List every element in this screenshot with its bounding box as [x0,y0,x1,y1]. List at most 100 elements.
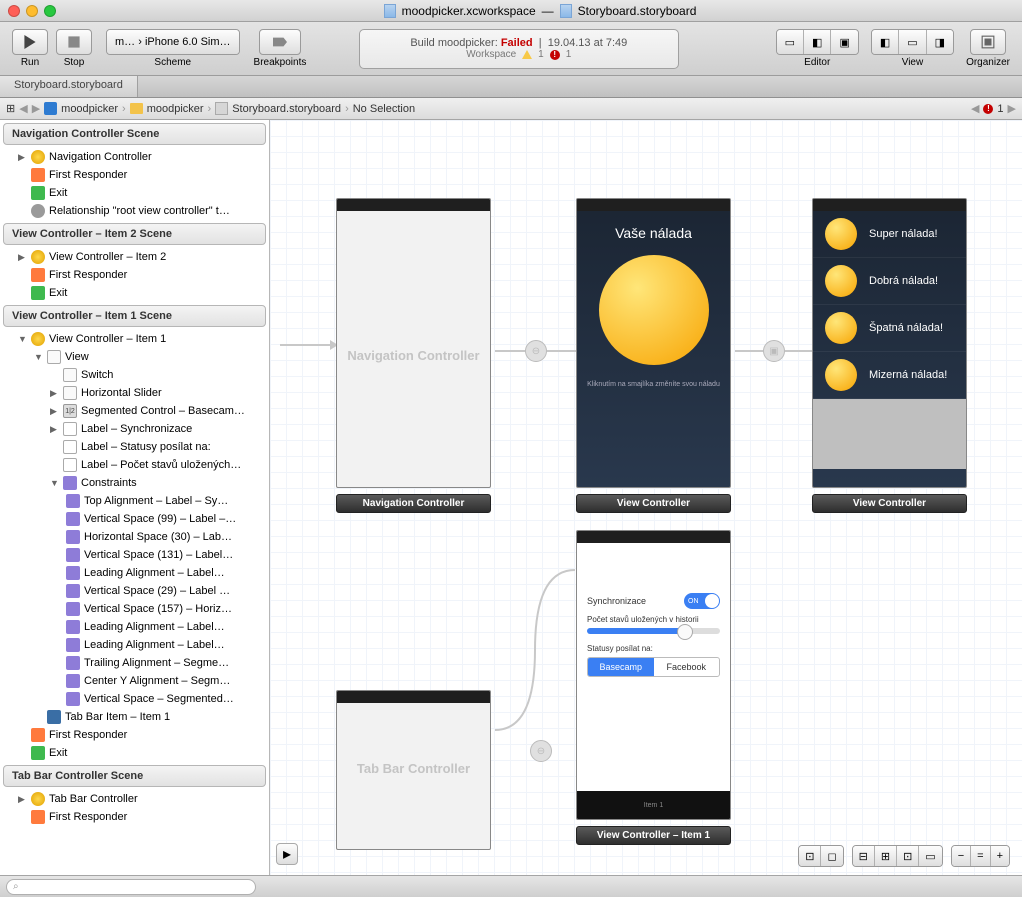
scene-header[interactable]: View Controller – Item 1 Scene [3,305,266,327]
constraint-icon [66,674,80,688]
search-icon: ⌕ [13,881,19,892]
first-responder-icon [31,268,45,282]
constraint-icon [66,494,80,508]
mood-face-icon [825,312,857,344]
segue-curve [495,560,585,750]
toolbar: Run Stop m… › iPhone 6.0 Sim… Scheme Bre… [0,22,1022,76]
phone-tabbar: Item 1 [577,791,730,819]
run-button[interactable] [12,29,48,55]
workspace-icon [384,4,396,18]
segue-icon[interactable]: ⊖ [530,740,552,762]
first-responder-icon [31,728,45,742]
segmented-icon: 1|2 [63,404,77,418]
storyboard-canvas[interactable]: Navigation Controller Navigation Control… [270,120,1022,875]
document-outline[interactable]: Navigation Controller Scene ▶Navigation … [0,120,270,875]
organizer-button[interactable] [970,29,1006,55]
constraint-icon [66,602,80,616]
error-badge-icon: ! [983,104,993,114]
related-items-icon[interactable]: ⊞ [6,102,15,115]
filter-bar: ⌕ [0,875,1022,897]
folder-icon [130,103,143,114]
jump-bar[interactable]: ⊞ ◀▶ moodpicker› moodpicker› Storyboard.… [0,98,1022,120]
view-label: View [902,57,924,68]
exit-icon [31,186,45,200]
mood-face-icon [599,255,709,365]
editor-mode-segmented[interactable]: ▭◧▣ [776,29,859,55]
activity-viewer: Build moodpicker: Failed | 19.04.13 at 7… [359,29,679,69]
label-icon [63,422,77,436]
zoom-window-button[interactable] [44,5,56,17]
stop-button[interactable] [56,29,92,55]
scene-header[interactable]: Tab Bar Controller Scene [3,765,266,787]
relationship-icon [31,204,45,218]
label-icon [63,458,77,472]
scene-tabbar-controller[interactable]: Tab Bar Controller [336,690,491,850]
scene-settings[interactable]: SynchronizaceON Počet stavů uložených v … [576,530,731,845]
minimize-window-button[interactable] [26,5,38,17]
filter-field[interactable]: ⌕ [6,879,256,895]
target-segmented[interactable]: BasecampFacebook [587,657,720,677]
slider-icon [63,386,77,400]
view-icon [47,350,61,364]
tab-storyboard[interactable]: Storyboard.storyboard [0,76,138,97]
zoom-controls[interactable]: −=+ [951,845,1010,867]
segue-icon[interactable]: ⊖ [525,340,547,362]
segue-icon[interactable]: ▣ [763,340,785,362]
auto-layout-menu[interactable]: ⊟⊞⊡▭ [852,845,943,867]
view-panes-segmented[interactable]: ◧▭◨ [871,29,954,55]
prev-issue-button[interactable]: ◀ [971,102,979,115]
constraints-icon [63,476,77,490]
scene-mood-main[interactable]: Vaše nálada Kliknutím na smajlíka změnít… [576,198,731,513]
exit-icon [31,286,45,300]
switch-icon [63,368,77,382]
constraint-icon [66,638,80,652]
constraint-icon [66,620,80,634]
toggle-outline-button[interactable]: ▸ [276,843,298,865]
first-responder-icon [31,810,45,824]
close-window-button[interactable] [8,5,20,17]
exit-icon [31,746,45,760]
constraint-icon [66,530,80,544]
mood-face-icon [825,218,857,250]
history-slider[interactable] [587,628,720,634]
first-responder-icon [31,168,45,182]
window-title-left: moodpicker.xcworkspace [402,4,536,18]
constraint-icon [66,512,80,526]
editor-label: Editor [804,57,830,68]
controller-icon [31,792,45,806]
storyboard-icon [215,102,228,115]
scene-mood-list[interactable]: Super nálada! Dobrá nálada! Špatná nálad… [812,198,967,513]
sync-switch[interactable]: ON [684,593,720,609]
scene-header[interactable]: Navigation Controller Scene [3,123,266,145]
project-icon [44,102,57,115]
constraint-icon [66,656,80,670]
breakpoints-button[interactable] [259,29,301,55]
window-titlebar: moodpicker.xcworkspace — Storyboard.stor… [0,0,1022,22]
constraint-icon [66,548,80,562]
document-icon [560,4,572,18]
run-label: Run [21,57,39,68]
window-title-right: Storyboard.storyboard [578,4,697,18]
controller-icon [31,250,45,264]
breakpoints-label: Breakpoints [254,57,307,68]
constraint-icon [66,692,80,706]
scheme-selector[interactable]: m… › iPhone 6.0 Sim… [106,29,240,55]
mood-face-icon [825,265,857,297]
scene-header[interactable]: View Controller – Item 2 Scene [3,223,266,245]
document-tabs: Storyboard.storyboard [0,76,1022,98]
mood-face-icon [825,359,857,391]
next-issue-button[interactable]: ▶ [1008,102,1016,115]
size-class-toggle[interactable]: ⊡◻ [798,845,843,867]
tabbar-item-icon [47,710,61,724]
controller-icon [31,150,45,164]
error-icon: ! [550,50,560,60]
controller-icon [31,332,45,346]
stop-label: Stop [64,57,85,68]
organizer-label: Organizer [966,57,1010,68]
scene-navigation-controller[interactable]: Navigation Controller Navigation Control… [336,198,491,513]
scheme-label: Scheme [154,57,191,68]
warning-icon [522,50,532,59]
constraint-icon [66,566,80,580]
label-icon [63,440,77,454]
traffic-lights [8,5,56,17]
